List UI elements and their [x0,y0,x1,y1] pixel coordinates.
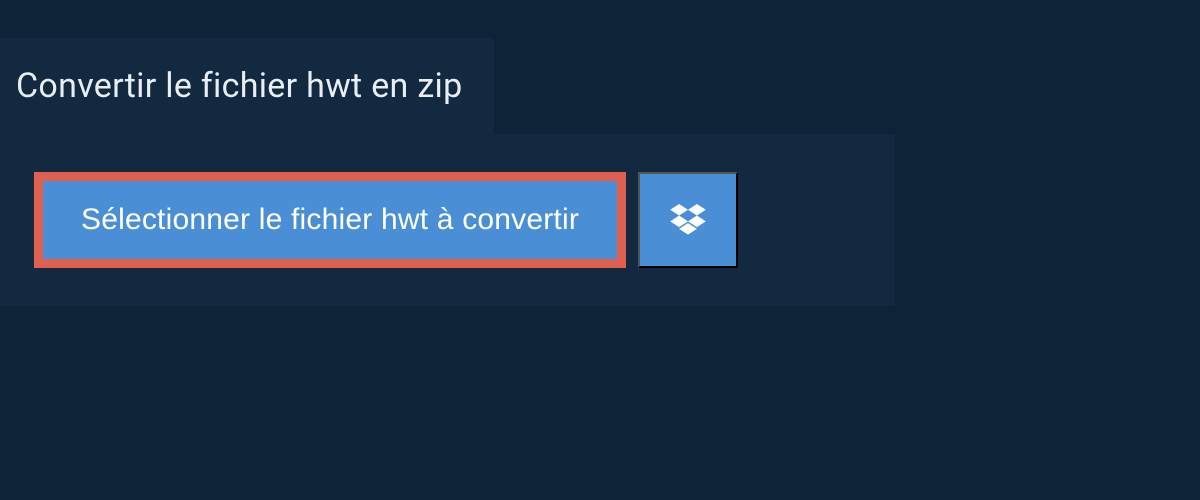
select-file-button-label: Sélectionner le fichier hwt à convertir [81,203,579,237]
dropbox-icon [670,204,706,236]
page-title: Convertir le fichier hwt en zip [16,66,462,106]
upload-button-row: Sélectionner le fichier hwt à convertir [34,172,861,268]
select-file-button[interactable]: Sélectionner le fichier hwt à convertir [34,172,626,268]
upload-panel: Sélectionner le fichier hwt à convertir [0,134,895,306]
dropbox-button[interactable] [638,172,738,268]
page-header: Convertir le fichier hwt en zip [0,38,494,134]
